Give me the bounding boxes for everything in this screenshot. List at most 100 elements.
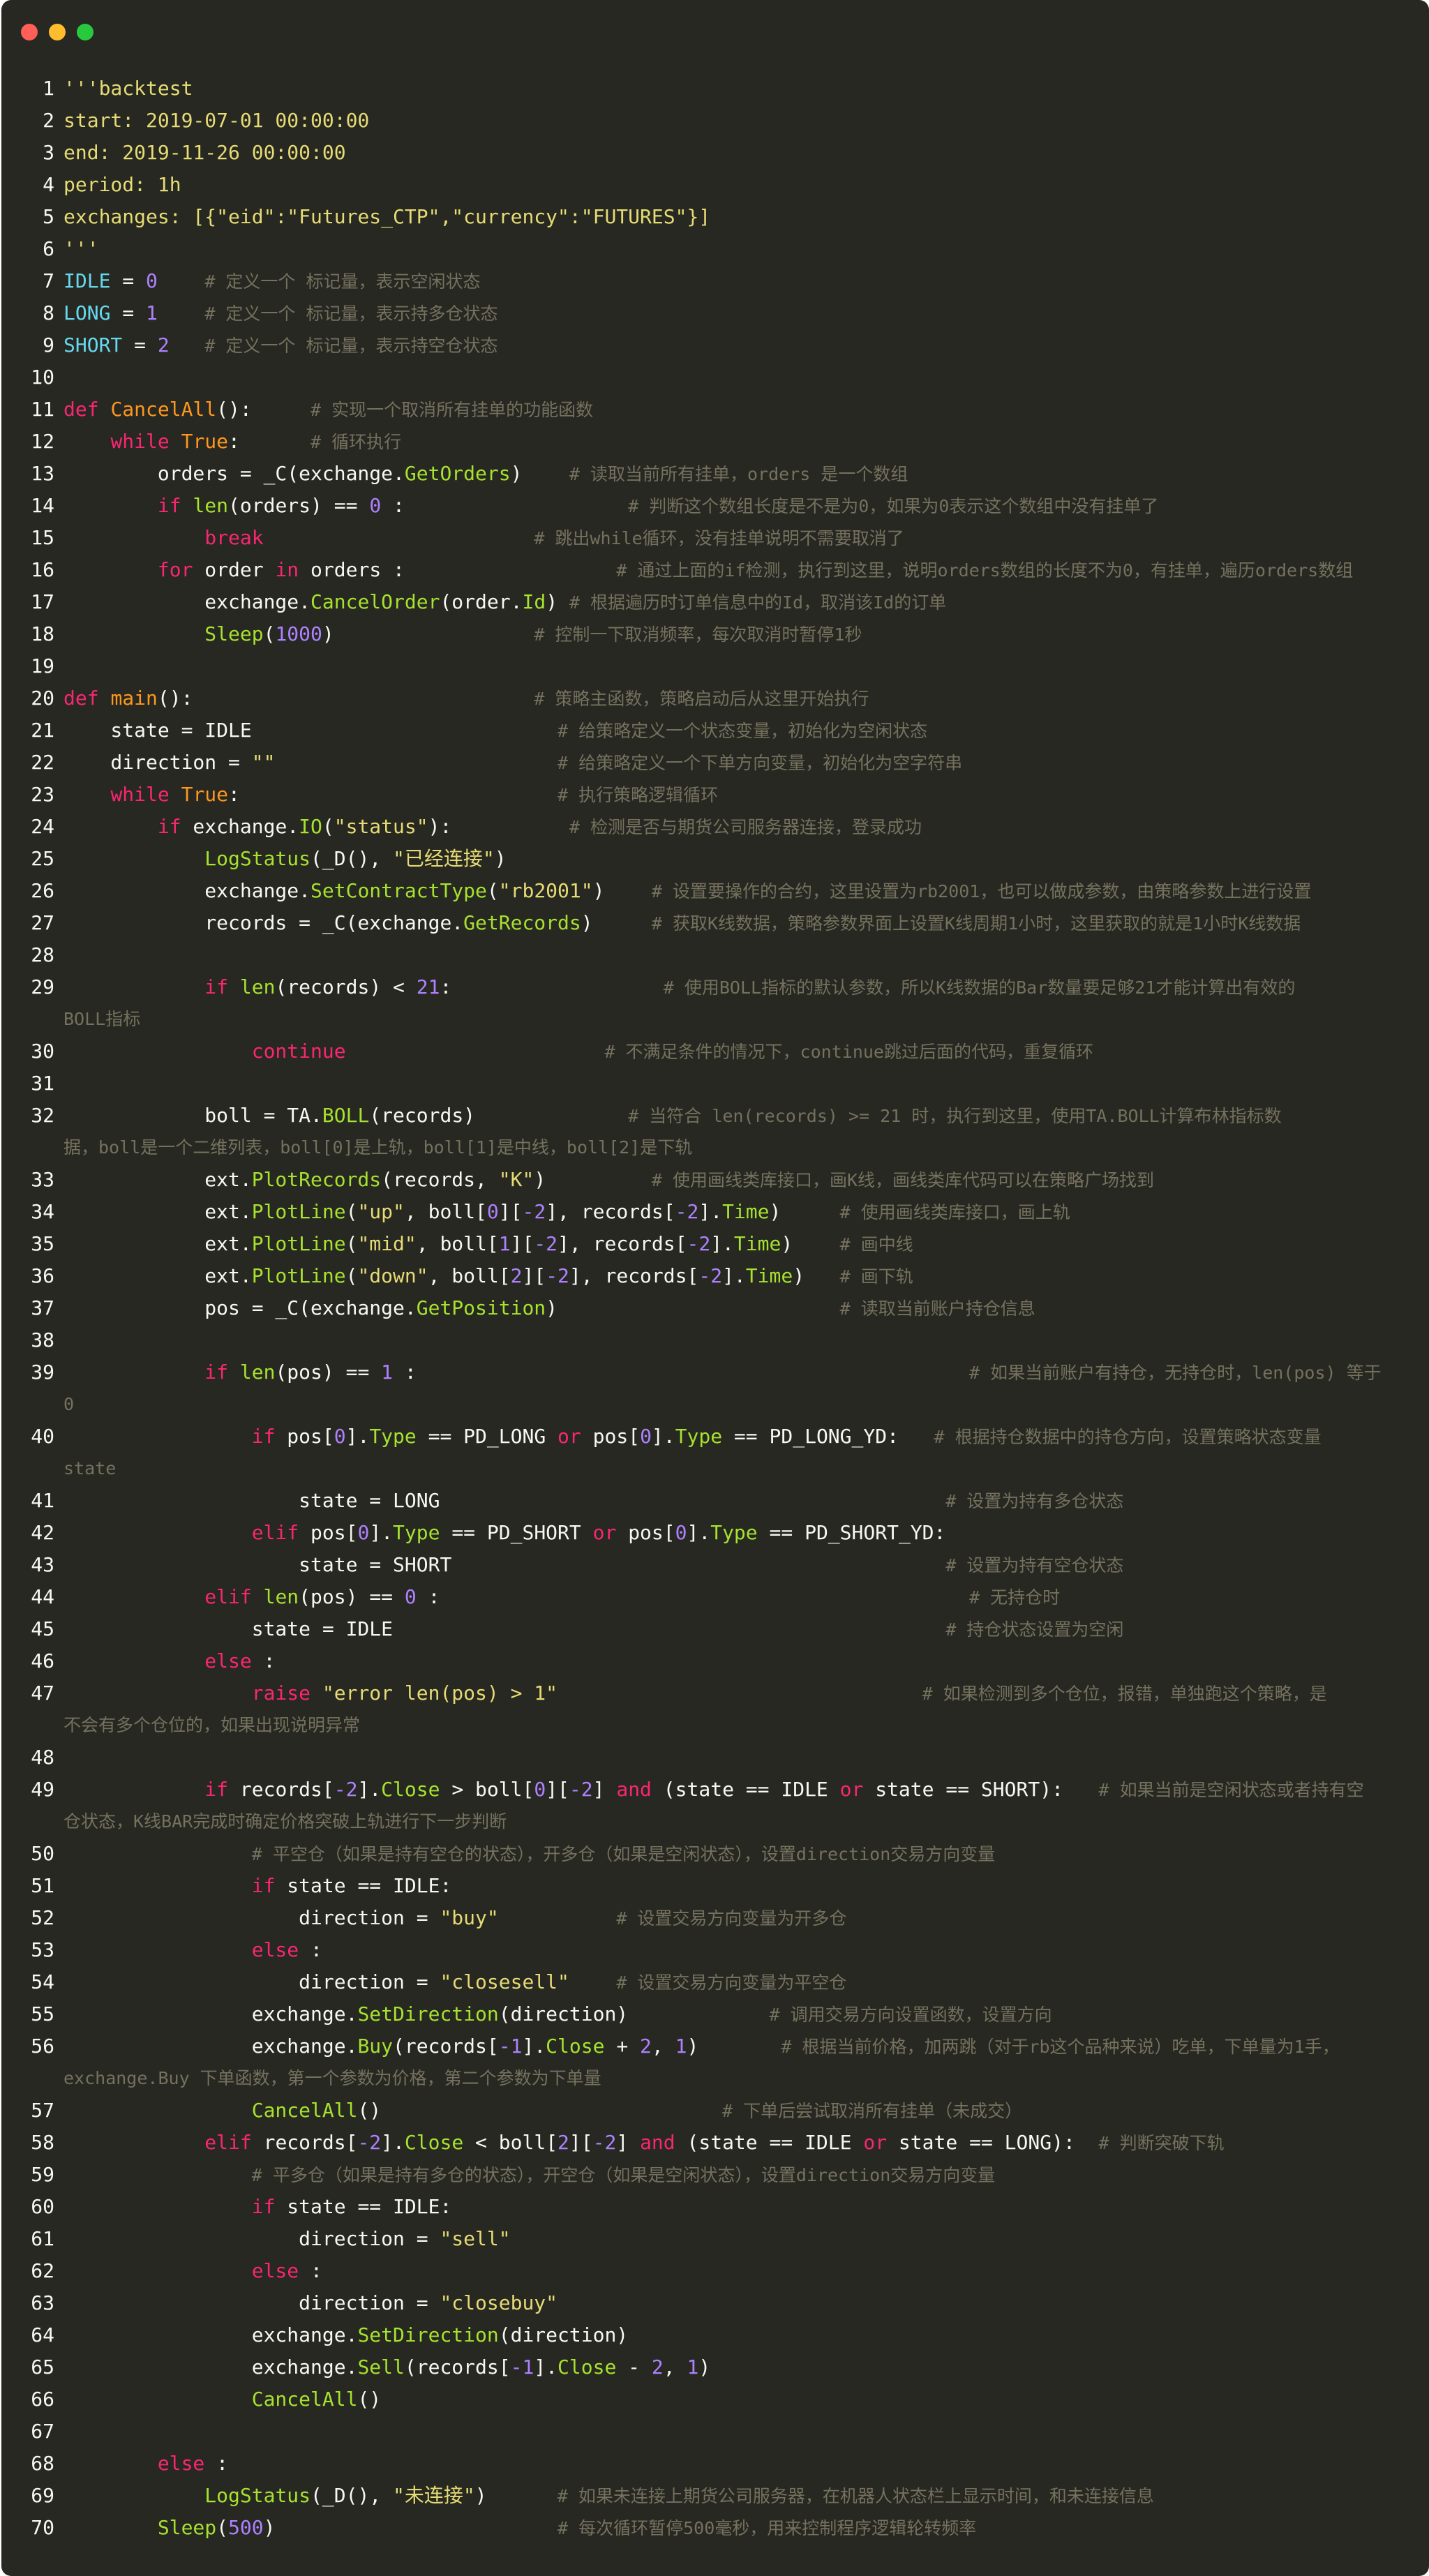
code-token: start: 2019-07-01 00:00:00 [63, 109, 370, 132]
code-token: records[ [228, 1778, 334, 1801]
code-token: : [416, 1585, 970, 1608]
code-token: "已经连接" [393, 847, 495, 870]
code-token: -2 [675, 1200, 699, 1223]
code-token: : [204, 2452, 229, 2475]
code-line: 10 [1, 361, 1429, 394]
code-line: 39 if len(pos) == 1 : # 如果当前账户有持仓，无持仓时，l… [1, 1356, 1429, 1421]
code-token: ) [534, 1168, 652, 1191]
line-number: 53 [31, 1938, 54, 1961]
code-token: ) [781, 1232, 840, 1255]
line-code: while True: # 循环执行 [63, 432, 401, 452]
line-code: # 平多仓（如果是持有多仓的状态），开空仓（如果是空闲状态），设置directi… [63, 2163, 996, 2186]
code-token: PlotLine [251, 1200, 346, 1223]
code-token: # 不满足条件的情况下，continue跳过后面的代码，重复循环 [604, 1042, 1093, 1062]
code-token: # 循环执行 [311, 432, 402, 452]
code-token: else [157, 2452, 205, 2475]
code-token: # 当符合 len(records) >= 21 时，执行到这里，使用TA.BO… [628, 1106, 1282, 1126]
code-token: while [110, 783, 170, 806]
line-code: if len(records) < 21: # 使用BOLL指标的默认参数，所以… [63, 978, 1295, 998]
code-token: "status" [334, 815, 428, 838]
code-line: 25 LogStatus(_D(), "已经连接") [1, 843, 1429, 875]
close-icon[interactable] [21, 24, 38, 40]
code-token: if [251, 1874, 276, 1897]
code-token: state == LONG): [887, 2131, 1099, 2154]
code-token: SetDirection [357, 2002, 499, 2025]
code-line: 47 raise "error len(pos) > 1" # 如果检测到多个仓… [1, 1677, 1429, 1742]
code-token: SetDirection [357, 2323, 499, 2346]
line-number: 23 [31, 783, 54, 806]
code-token: "K" [498, 1168, 534, 1191]
code-token: -2 [592, 2131, 617, 2154]
line-number: 63 [31, 2291, 54, 2314]
line-code: LogStatus(_D(), "已经连接") [63, 847, 506, 870]
code-token: ) [474, 2484, 558, 2507]
line-code: LogStatus(_D(), "未连接") # 如果未连接上期货公司服务器，在… [63, 2486, 1154, 2506]
code-line: 18 Sleep(1000) # 控制一下取消频率，每次取消时暂停1秒 [1, 618, 1429, 650]
code-token: : [299, 1938, 322, 1961]
code-token: # 如果未连接上期货公司服务器，在机器人状态栏上显示时间，和未连接信息 [557, 2486, 1154, 2506]
code-token: ext. [63, 1232, 252, 1255]
code-token: elif [204, 2131, 252, 2154]
code-token: 500 [228, 2516, 264, 2539]
code-token: direction = [63, 2227, 440, 2250]
code-token: ]. [651, 1425, 675, 1448]
code-token: # 使用画线类库接口，画上轨 [839, 1202, 1070, 1222]
code-token: # 平空仓（如果是持有空仓的状态），开多仓（如果是空闲状态），设置directi… [251, 1844, 996, 1864]
line-number: 36 [31, 1264, 54, 1287]
line-number: 42 [31, 1521, 54, 1544]
minimize-icon[interactable] [49, 24, 66, 40]
code-token: or [839, 1778, 864, 1801]
line-number: 59 [31, 2163, 54, 2186]
line-code: raise "error len(pos) > 1" # 如果检测到多个仓位，报… [63, 1684, 1327, 1704]
code-line: 59 # 平多仓（如果是持有多仓的状态），开空仓（如果是空闲状态），设置dire… [1, 2159, 1429, 2191]
line-number: 54 [31, 1970, 54, 1993]
code-token: (records) [369, 1104, 629, 1127]
code-token: len [193, 494, 229, 517]
line-number: 41 [31, 1489, 54, 1512]
code-token: 2 [157, 334, 170, 357]
code-token: # 设置交易方向变量为平空仓 [616, 1972, 847, 1993]
wrapped-comment: state [63, 1458, 117, 1478]
line-code: else : [63, 1940, 322, 1960]
code-token: ][ [546, 1778, 569, 1801]
code-token: exchange. [63, 2002, 358, 2025]
code-line: 62 else : [1, 2255, 1429, 2287]
code-line: 34 ext.PlotLine("up", boll[0][-2], recor… [1, 1196, 1429, 1228]
line-code: if len(orders) == 0 : # 判断这个数组长度是不是为0，如果… [63, 494, 1159, 517]
code-token: # 平多仓（如果是持有多仓的状态），开空仓（如果是空闲状态），设置directi… [251, 2165, 996, 2185]
code-token: len [239, 1361, 276, 1384]
code-token: 0 [640, 1425, 652, 1448]
code-line: 37 pos = _C(exchange.GetPosition) # 读取当前… [1, 1292, 1429, 1324]
line-code: ext.PlotLine("mid", boll[1][-2], records… [63, 1234, 913, 1255]
code-token: (order. [440, 590, 523, 613]
code-token: direction = [63, 1970, 440, 1993]
code-line: 55 exchange.SetDirection(direction) # 调用… [1, 1998, 1429, 2030]
code-token: 1 [381, 1361, 394, 1384]
line-code: state = SHORT # 设置为持有空仓状态 [63, 1555, 1123, 1575]
maximize-icon[interactable] [77, 24, 93, 40]
line-code: def main(): # 策略主函数，策略启动后从这里开始执行 [63, 689, 869, 709]
code-token: "" [251, 751, 276, 774]
code-line: 14 if len(orders) == 0 : # 判断这个数组长度是不是为0… [1, 490, 1429, 522]
line-number: 66 [31, 2388, 54, 2411]
code-line: 58 elif records[-2].Close < boll[2][-2] … [1, 2127, 1429, 2159]
code-token: ], records[ [558, 1232, 687, 1255]
code-token: # 设置为持有空仓状态 [945, 1555, 1124, 1575]
code-token: 2 [640, 2035, 652, 2058]
wrapped-comment: BOLL指标 [63, 1009, 141, 1029]
code-token: True [181, 783, 229, 806]
code-token: # 跳出while循环，没有挂单说明不需要取消了 [534, 528, 904, 548]
line-code: end: 2019-11-26 00:00:00 [63, 143, 346, 163]
code-line: 13 orders = _C(exchange.GetOrders) # 读取当… [1, 458, 1429, 490]
code-line: 15 break # 跳出while循环，没有挂单说明不需要取消了 [1, 522, 1429, 554]
code-token: Type [393, 1521, 440, 1544]
code-line: 1 '''backtest [1, 73, 1429, 105]
line-number: 15 [31, 526, 54, 549]
code-token: -2 [546, 1264, 569, 1287]
code-token: -2 [569, 1778, 593, 1801]
code-window: 1 '''backtest 2 start: 2019-07-01 00:00:00 3… [1, 0, 1429, 2576]
